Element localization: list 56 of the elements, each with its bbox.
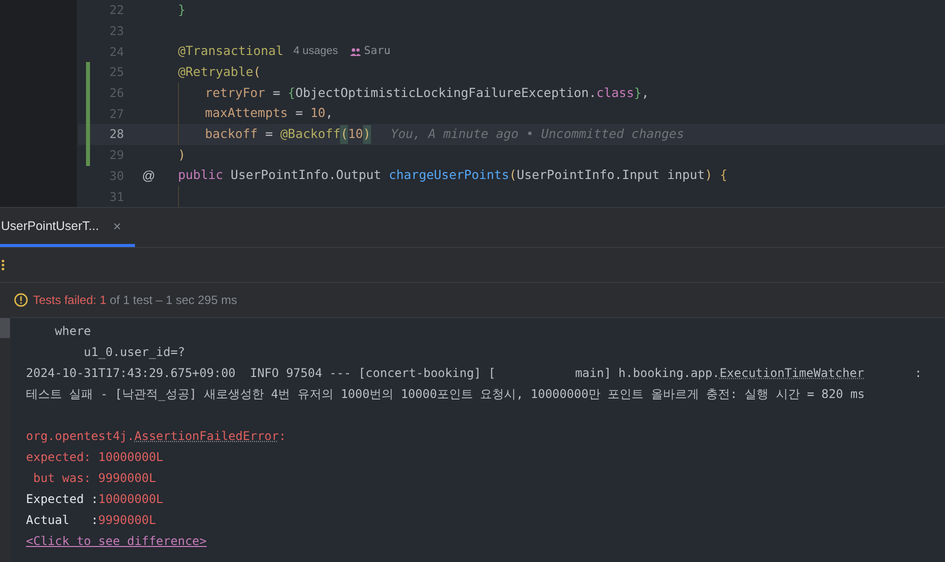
more-options-icon[interactable] — [1, 259, 5, 271]
console-text: where — [54, 322, 92, 340]
code-token: class — [596, 84, 634, 102]
console-text: Actual : — [26, 512, 98, 528]
code-token: ) — [363, 125, 371, 144]
code-token: @Transactional — [178, 42, 284, 60]
code-token: , — [642, 84, 650, 102]
console-text: : — [914, 364, 922, 382]
code-token: chargeUserPoints — [388, 166, 510, 184]
code-token: ) — [704, 166, 712, 184]
code-token: { — [718, 166, 728, 184]
code-token: = — [294, 104, 304, 122]
console-text: Expected : — [26, 490, 98, 508]
warning-icon — [14, 293, 28, 307]
console-text: 9990000L — [98, 512, 156, 528]
code-token: ) — [178, 146, 186, 164]
code-token: backoff — [205, 125, 258, 144]
test-status-text: Tests failed: 1 of 1 test – 1 sec 295 ms — [33, 292, 238, 309]
code-token: retryFor — [205, 84, 266, 102]
code-token: { — [288, 84, 296, 102]
console-text: but was: 9990000L — [32, 470, 156, 486]
scrollbar-thumb[interactable] — [0, 318, 10, 338]
code-token: ( — [253, 63, 261, 82]
code-token: = — [272, 84, 282, 102]
code-token: } — [178, 0, 186, 19]
code-token: maxAttempts — [205, 104, 288, 122]
code-token: ObjectOptimisticLockingFailureException. — [295, 84, 596, 102]
line-number: 28 — [108, 126, 124, 144]
console-text: ExecutionTimeWatcher — [720, 364, 864, 382]
code-token: @Backoff — [280, 125, 340, 144]
gutter-annotation-icon[interactable]: @ — [142, 166, 156, 186]
console-text: org.opentest4j. — [26, 428, 134, 444]
code-token: = — [264, 125, 274, 144]
code-token: public — [178, 166, 224, 184]
console-text: : — [278, 428, 286, 444]
console-text: expected: 10000000L — [26, 448, 164, 466]
people-icon — [350, 48, 362, 56]
console-text: 테스트 실패 - [낙관적_성공] 새로생성한 4번 유저의 1000번의 10000포인트 요청시, 10000000만 포인트 올바르게 충전: 실행 시간 = 820 ms — [26, 386, 865, 402]
usages-hint[interactable]: 4 usages — [293, 43, 338, 60]
blame-annotation: You, A minute ago • Uncommitted changes — [390, 125, 684, 144]
author-hint[interactable]: Saru — [364, 43, 391, 60]
console-text: u1_0.user_id=? — [82, 344, 185, 360]
code-token: 10 — [310, 104, 326, 122]
code-token: , — [325, 104, 333, 122]
code-token: ( — [509, 166, 517, 184]
console-text: 10000000L — [98, 490, 164, 508]
code-token: 10 — [348, 125, 364, 144]
console-text: 2024-10-31T17:43:29.675+09:00 INFO 97504 --- [concert-booking] [ main] h.booking.app. — [26, 364, 720, 382]
code-token: } — [634, 84, 642, 102]
diff-link[interactable]: <Click to see difference> — [26, 532, 207, 550]
console-text: AssertionFailedError — [134, 428, 279, 444]
code-token: ( — [340, 125, 348, 144]
close-button[interactable]: × — [112, 216, 122, 236]
code-token: @Retryable — [178, 63, 254, 82]
code-token: UserPointInfo.Input input — [516, 166, 705, 184]
code-token: UserPointInfo.Output — [230, 166, 382, 184]
